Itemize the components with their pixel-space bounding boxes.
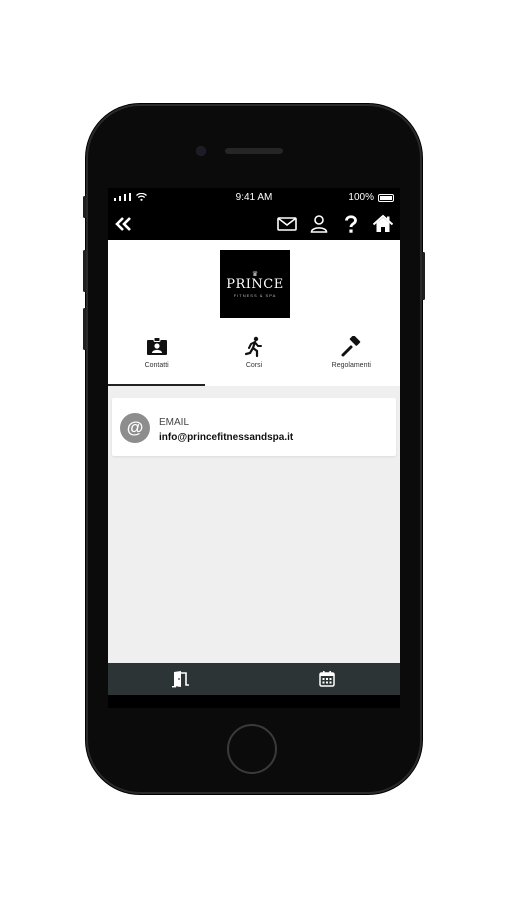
running-icon: [244, 336, 262, 358]
tab-label-contatti: Contatti: [144, 362, 169, 369]
help-icon[interactable]: [340, 213, 362, 235]
contact-value[interactable]: info@princefitnessandspa.it: [159, 432, 293, 443]
volume-down-button: [83, 308, 86, 350]
contact-label: EMAIL: [159, 417, 190, 428]
volume-up-button: [83, 250, 86, 292]
front-camera: [196, 146, 206, 156]
earpiece-speaker: [225, 148, 283, 154]
tab-regolamenti[interactable]: Regolamenti: [303, 328, 400, 386]
screen-bottom-edge: [108, 695, 400, 708]
contact-card-icon: [146, 337, 167, 355]
calendar-icon: [319, 671, 335, 687]
logo-subtext: FITNESS & SPA: [233, 292, 277, 298]
tab-contatti[interactable]: Contatti: [108, 328, 206, 386]
contact-card-email[interactable]: @ EMAIL info@princefitnessandspa.it: [112, 398, 396, 456]
bottom-item-exit[interactable]: [108, 663, 254, 695]
brand-logo: ♛ PRINCE FITNESS & SPA: [220, 250, 290, 318]
battery-percent: 100%: [348, 192, 374, 203]
content-area: @ EMAIL info@princefitnessandspa.it: [108, 386, 400, 663]
at-icon: @: [120, 413, 150, 443]
status-battery: 100%: [348, 192, 394, 203]
tab-label-regolamenti: Regolamenti: [331, 362, 371, 369]
status-bar: 9:41 AM 100%: [108, 188, 400, 208]
bottom-item-calendar[interactable]: [254, 663, 400, 695]
home-button[interactable]: [227, 724, 277, 774]
gavel-icon: [341, 336, 361, 357]
battery-icon: [378, 193, 394, 202]
logo-text: PRINCE: [226, 276, 284, 292]
home-icon[interactable]: [372, 213, 394, 235]
tab-bar: Contatti Corsi Regolamenti: [108, 328, 400, 386]
nav-actions: [276, 213, 394, 235]
bottom-nav-bar: [108, 663, 400, 695]
tab-corsi[interactable]: Corsi: [205, 328, 302, 386]
top-nav-bar: [108, 208, 400, 240]
double-chevron-left-icon[interactable]: [114, 214, 134, 234]
phone-frame: 9:41 AM 100% ♛ PRINCE FITNESS & SPA Cont…: [83, 104, 425, 794]
stage: 9:41 AM 100% ♛ PRINCE FITNESS & SPA Cont…: [0, 0, 507, 900]
user-icon[interactable]: [308, 213, 330, 235]
door-exit-icon: [172, 671, 189, 688]
power-button: [422, 252, 425, 300]
tab-label-corsi: Corsi: [245, 362, 263, 369]
logo-area: ♛ PRINCE FITNESS & SPA: [108, 240, 400, 328]
mail-icon[interactable]: [276, 213, 298, 235]
phone-screen: 9:41 AM 100% ♛ PRINCE FITNESS & SPA Cont…: [108, 188, 400, 708]
mute-switch: [83, 196, 86, 218]
